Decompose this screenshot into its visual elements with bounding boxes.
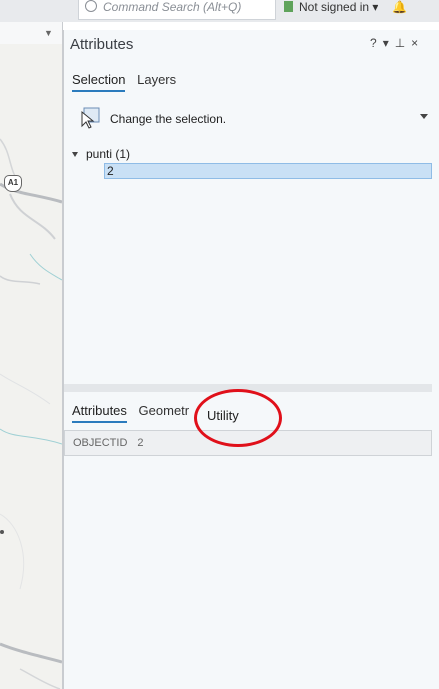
change-selection-dropdown[interactable]: Change the selection. — [78, 106, 428, 130]
pin-icon[interactable]: ⊥ — [395, 36, 411, 50]
top-ribbon: Command Search (Alt+Q) Not signed in ▾ 🔔 — [0, 0, 439, 22]
selected-feature-item[interactable]: 2 — [104, 163, 432, 179]
layer-label: punti (1) — [86, 147, 131, 161]
field-name: OBJECTID — [73, 437, 128, 449]
field-value[interactable]: 2 — [137, 437, 143, 449]
notification-bell-icon[interactable]: 🔔 — [392, 1, 407, 13]
selection-tree-layer[interactable]: punti (1) — [72, 147, 130, 161]
pane-title: Attributes — [70, 36, 134, 53]
map-view[interactable]: ▼ A1 — [0, 22, 63, 689]
sign-in-status[interactable]: Not signed in ▾ — [284, 0, 378, 18]
tab-selection[interactable]: Selection — [72, 72, 126, 92]
search-placeholder: Command Search (Alt+Q) — [103, 0, 242, 14]
pane-controls: ?▾⊥× — [370, 36, 424, 50]
expand-triangle-icon[interactable] — [72, 152, 78, 157]
change-selection-label: Change the selection. — [110, 112, 227, 126]
pane-menu-icon[interactable]: ▾ — [383, 36, 395, 50]
tab-layers[interactable]: Layers — [137, 72, 176, 90]
map-tab-strip: ▼ — [0, 22, 62, 45]
chevron-down-icon — [420, 114, 428, 119]
help-icon[interactable]: ? — [370, 36, 383, 50]
selection-tabs: Selection Layers — [72, 72, 184, 92]
select-cursor-icon — [81, 107, 100, 129]
map-canvas — [0, 44, 62, 689]
route-shield-a1: A1 — [4, 175, 22, 192]
tab-utility[interactable]: Utility — [207, 408, 239, 423]
command-search-input[interactable]: Command Search (Alt+Q) — [78, 0, 276, 20]
search-icon — [85, 0, 97, 12]
tab-geometry[interactable]: Geometr — [139, 403, 190, 421]
close-icon[interactable]: × — [411, 36, 424, 50]
tab-attributes[interactable]: Attributes — [72, 403, 127, 423]
user-icon — [284, 1, 293, 12]
map-dropdown-icon[interactable]: ▼ — [44, 28, 53, 38]
sign-in-caret: ▾ — [372, 0, 379, 14]
detail-tabs: Attributes Geometr — [72, 403, 197, 423]
attributes-pane: Attributes ?▾⊥× Selection Layers Change … — [63, 30, 439, 689]
sign-in-label: Not signed in — [299, 0, 370, 14]
